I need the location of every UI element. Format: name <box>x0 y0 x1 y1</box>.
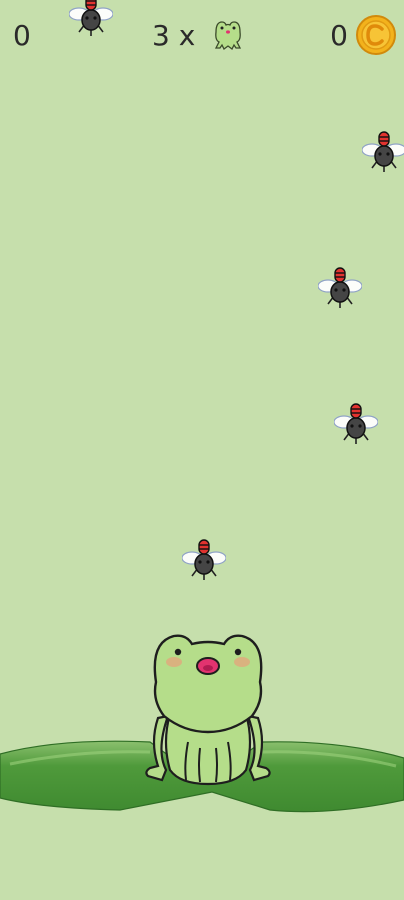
mini-frog-icon <box>214 21 242 50</box>
coin-counter: 0 <box>330 19 348 52</box>
fly-icon[interactable] <box>362 128 404 174</box>
score-counter: 0 <box>13 19 31 52</box>
frog-player[interactable] <box>140 630 276 790</box>
fly-icon[interactable] <box>334 400 378 446</box>
fly-icon[interactable] <box>182 536 226 582</box>
coin-icon <box>356 15 396 55</box>
fly-icon[interactable] <box>318 264 362 310</box>
fly-icon[interactable] <box>69 0 113 38</box>
lives-counter: 3 x <box>152 19 196 52</box>
